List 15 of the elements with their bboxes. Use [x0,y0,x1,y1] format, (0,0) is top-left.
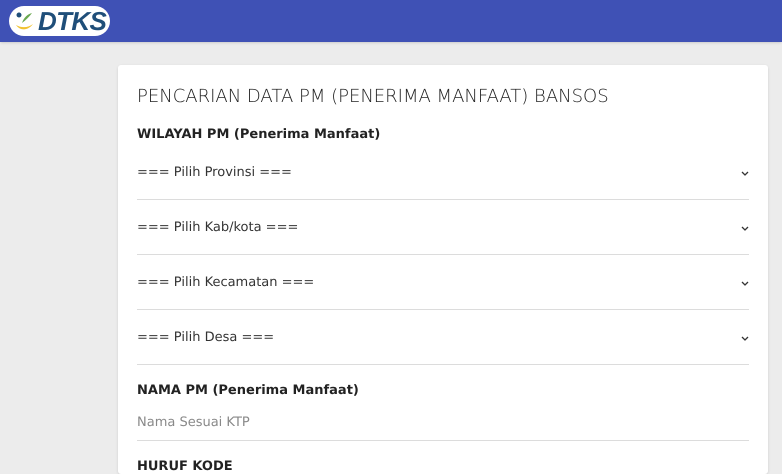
form-title: PENCARIAN DATA PM (PENERIMA MANFAAT) BANSOS [137,85,610,109]
section-label: HURUF KODE [137,458,234,474]
name-input[interactable]: Nama Sesuai KTP [137,401,749,441]
section-label: WILAYAH PM (Penerima Manfaat) [137,126,382,144]
dropdown-field[interactable]: === Pilih Kab/kota === [137,200,749,255]
logo-text: DTKS [38,8,106,34]
dropdown-field[interactable]: === Pilih Kecamatan === [137,255,749,310]
chevron-down-icon [741,170,749,176]
dropdown-field[interactable]: === Pilih Desa === [137,310,749,365]
chevron-down-icon [741,336,749,340]
chevron-down-icon [741,280,749,286]
logo[interactable]: DTKS [9,6,110,36]
chevron-down-icon [741,226,749,230]
section-label: NAMA PM (Penerima Manfaat) [137,382,360,400]
dropdown-field[interactable]: === Pilih Provinsi === [137,145,749,200]
